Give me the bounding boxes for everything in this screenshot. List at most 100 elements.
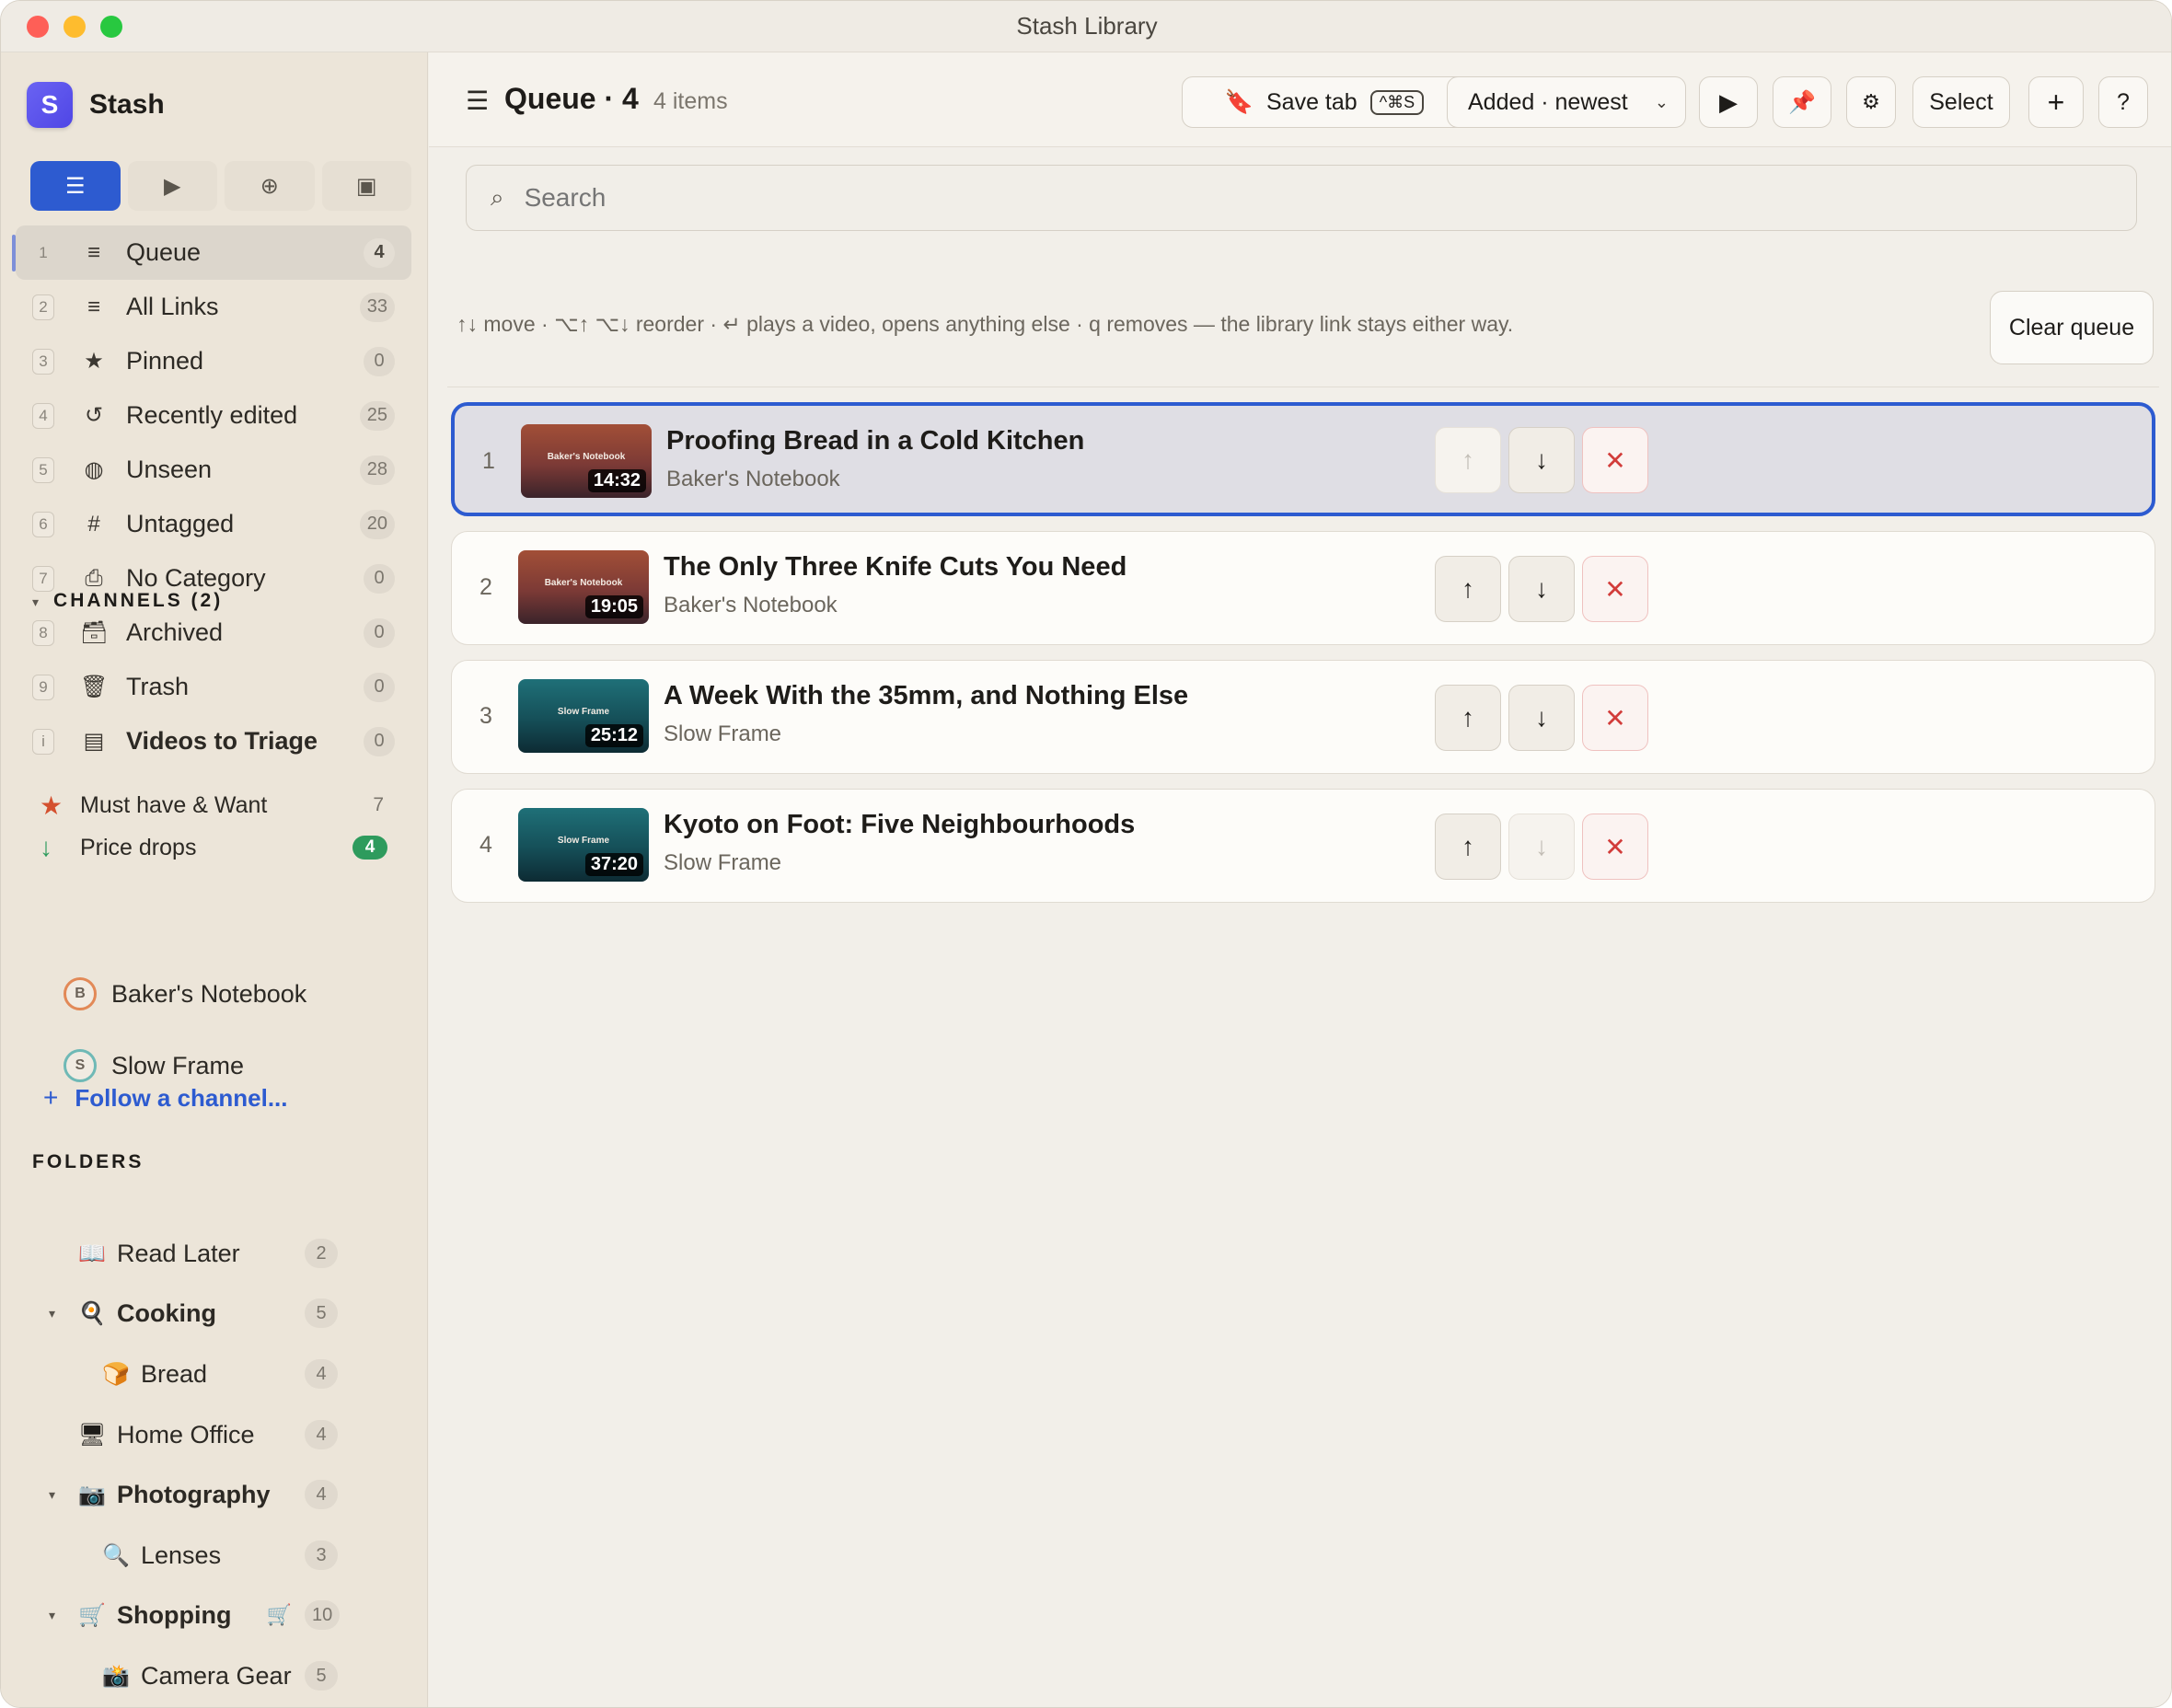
settings-button[interactable]: ⚙ [1846, 76, 1896, 128]
folder-emoji-icon: 📷 [78, 1482, 106, 1507]
move-up-button[interactable]: ↑ [1435, 814, 1501, 880]
thumbnail-channel-text: Baker's Notebook [547, 452, 626, 462]
video-thumbnail[interactable]: Slow Frame 25:12 [518, 679, 649, 753]
queue-row[interactable]: 2 Baker's Notebook 19:05 The Only Three Kni… [451, 531, 2155, 645]
view-tab-image[interactable]: ▣ [321, 161, 411, 211]
view-tab-globe[interactable]: ⊕ [225, 161, 315, 211]
add-button[interactable]: + [2028, 76, 2084, 128]
sidebar-item-label: Trash [126, 673, 190, 700]
menu-icon[interactable]: ☰ [466, 86, 489, 116]
arrow-down-icon: ↓ [1535, 445, 1548, 474]
move-down-button[interactable]: ↓ [1508, 814, 1575, 880]
queue-row[interactable]: 4 Slow Frame 37:20 Kyoto on Foot: Five Neig… [451, 789, 2155, 903]
pin-button[interactable]: 📌 [1773, 76, 1831, 128]
sidebar-item-trash[interactable]: 9 🗑 Trash 0 [16, 660, 411, 714]
expand-caret-icon[interactable]: ▾ [49, 1306, 55, 1321]
video-channel: Slow Frame [664, 721, 782, 746]
folder-item-bread[interactable]: 🍞 Bread 4 [1, 1351, 369, 1397]
sidebar-item-pinned[interactable]: 3 ★ Pinned 0 [16, 334, 411, 388]
move-down-button[interactable]: ↓ [1508, 427, 1575, 493]
shortcut-key: 7 [32, 565, 54, 592]
smart-list-label: Price drops [80, 834, 197, 860]
sidebar-item-all-links[interactable]: 2 ≡ All Links 33 [16, 280, 411, 334]
smart-list-must-have-want[interactable]: ★ Must have & Want 7 [16, 784, 411, 826]
search-bar[interactable]: ⌕ [466, 165, 2137, 231]
brand: S Stash [27, 82, 165, 128]
queue-row[interactable]: 3 Slow Frame 25:12 A Week With the 35mm, an… [451, 660, 2155, 774]
video-thumbnail[interactable]: Baker's Notebook 14:32 [521, 424, 652, 498]
video-thumbnail[interactable]: Slow Frame 37:20 [518, 808, 649, 882]
help-button[interactable]: ? [2098, 76, 2148, 128]
move-down-button[interactable]: ↓ [1508, 556, 1575, 622]
channel-label: Baker's Notebook [111, 979, 307, 1008]
brand-logo: S [27, 82, 73, 128]
channel-label: Slow Frame [111, 1051, 245, 1079]
duration-badge: 19:05 [584, 595, 643, 618]
duration-badge: 25:12 [584, 724, 643, 747]
video-title[interactable]: The Only Three Knife Cuts You Need [664, 552, 1126, 583]
folder-item-camera-gear[interactable]: 📸 Camera Gear 5 [1, 1653, 369, 1699]
list-icon: ☰ [64, 173, 86, 199]
move-up-button[interactable]: ↑ [1435, 685, 1501, 751]
move-up-button[interactable]: ↑ [1435, 556, 1501, 622]
sidebar-item-archived[interactable]: 8 🗃 Archived 0 [16, 606, 411, 660]
sidebar-item-recently-edited[interactable]: 4 ↺ Recently edited 25 [16, 388, 411, 443]
window-controls [27, 16, 122, 38]
avatar: B [64, 977, 97, 1010]
gear-icon: ⚙ [1862, 90, 1880, 113]
shortcut-key: i [32, 728, 54, 755]
channel-item-slow-frame[interactable]: S Slow Frame [64, 1043, 244, 1089]
play-queue-button[interactable]: ▶ [1699, 76, 1758, 128]
folder-item-photography[interactable]: ▾ 📷 Photography 4 [1, 1471, 369, 1518]
minimize-window-button[interactable] [64, 16, 86, 38]
select-button[interactable]: Select [1912, 76, 2010, 128]
play-icon: ▶ [164, 173, 181, 199]
save-tab-button[interactable]: 🔖 Save tab ^⌘S [1182, 76, 1467, 128]
duration-badge: 37:20 [584, 853, 643, 876]
video-thumbnail[interactable]: Baker's Notebook 19:05 [518, 550, 649, 624]
move-down-button[interactable]: ↓ [1508, 685, 1575, 751]
folder-item-cooking[interactable]: ▾ 🍳 Cooking 5 [1, 1290, 369, 1336]
queue-row[interactable]: 1 Baker's Notebook 14:32 Proofing Bread in … [451, 402, 2155, 516]
channels-heading[interactable]: ▾ CHANNELS (2) [32, 590, 223, 612]
expand-caret-icon[interactable]: ▾ [49, 1608, 55, 1623]
folder-item-shopping[interactable]: ▾ 🛒 Shopping 🛒 10 [1, 1592, 369, 1638]
clear-queue-button[interactable]: Clear queue [1990, 291, 2154, 364]
sidebar-item-unseen[interactable]: 5 ◍ Unseen 28 [16, 443, 411, 497]
sidebar-item-untagged[interactable]: 6 # Untagged 20 [16, 497, 411, 551]
remove-button[interactable]: ✕ [1582, 685, 1648, 751]
folder-emoji-icon: 🖥 [78, 1422, 107, 1448]
channel-item-baker-s-notebook[interactable]: B Baker's Notebook [64, 971, 306, 1017]
count-badge: 5 [305, 1661, 338, 1691]
video-channel: Slow Frame [664, 850, 782, 875]
sidebar-item-label: Unseen [126, 456, 213, 483]
plus-icon: + [43, 1083, 59, 1112]
zoom-window-button[interactable] [100, 16, 122, 38]
video-title[interactable]: Kyoto on Foot: Five Neighbourhoods [664, 810, 1135, 840]
remove-button[interactable]: ✕ [1582, 556, 1648, 622]
video-title[interactable]: A Week With the 35mm, and Nothing Else [664, 681, 1188, 711]
folder-item-read-later[interactable]: 📖 Read Later 2 [1, 1230, 369, 1276]
folder-item-lenses[interactable]: 🔍 Lenses 3 [1, 1532, 369, 1578]
follow-channel-button[interactable]: + Follow a channel... [43, 1083, 288, 1113]
remove-button[interactable]: ✕ [1582, 814, 1648, 880]
sidebar-item-queue[interactable]: 1 ≡ Queue 4 [12, 225, 411, 280]
folder-item-home-office[interactable]: 🖥 Home Office 4 [1, 1412, 369, 1458]
sidebar-item-videos-to-triage[interactable]: i ▤ Videos to Triage 0 [16, 714, 411, 768]
expand-caret-icon[interactable]: ▾ [49, 1487, 55, 1503]
play-icon: ▶ [1719, 87, 1738, 116]
video-title[interactable]: Proofing Bread in a Cold Kitchen [666, 426, 1084, 456]
view-tab-play[interactable]: ▶ [127, 161, 217, 211]
search-input[interactable] [524, 183, 2089, 213]
video-channel: Baker's Notebook [664, 593, 838, 617]
close-icon: ✕ [1604, 703, 1626, 733]
move-up-button[interactable]: ↑ [1435, 427, 1501, 493]
thumbnail-channel-text: Slow Frame [557, 707, 610, 717]
smart-list-price-drops[interactable]: ↓ Price drops 4 [16, 826, 411, 869]
view-tab-list[interactable]: ☰ [30, 161, 121, 211]
folder-label: Photography [117, 1480, 271, 1508]
sort-select[interactable]: Added · newest ⌄ [1447, 76, 1686, 128]
nav-icon: ▤ [83, 729, 105, 754]
close-window-button[interactable] [27, 16, 49, 38]
remove-button[interactable]: ✕ [1582, 427, 1648, 493]
